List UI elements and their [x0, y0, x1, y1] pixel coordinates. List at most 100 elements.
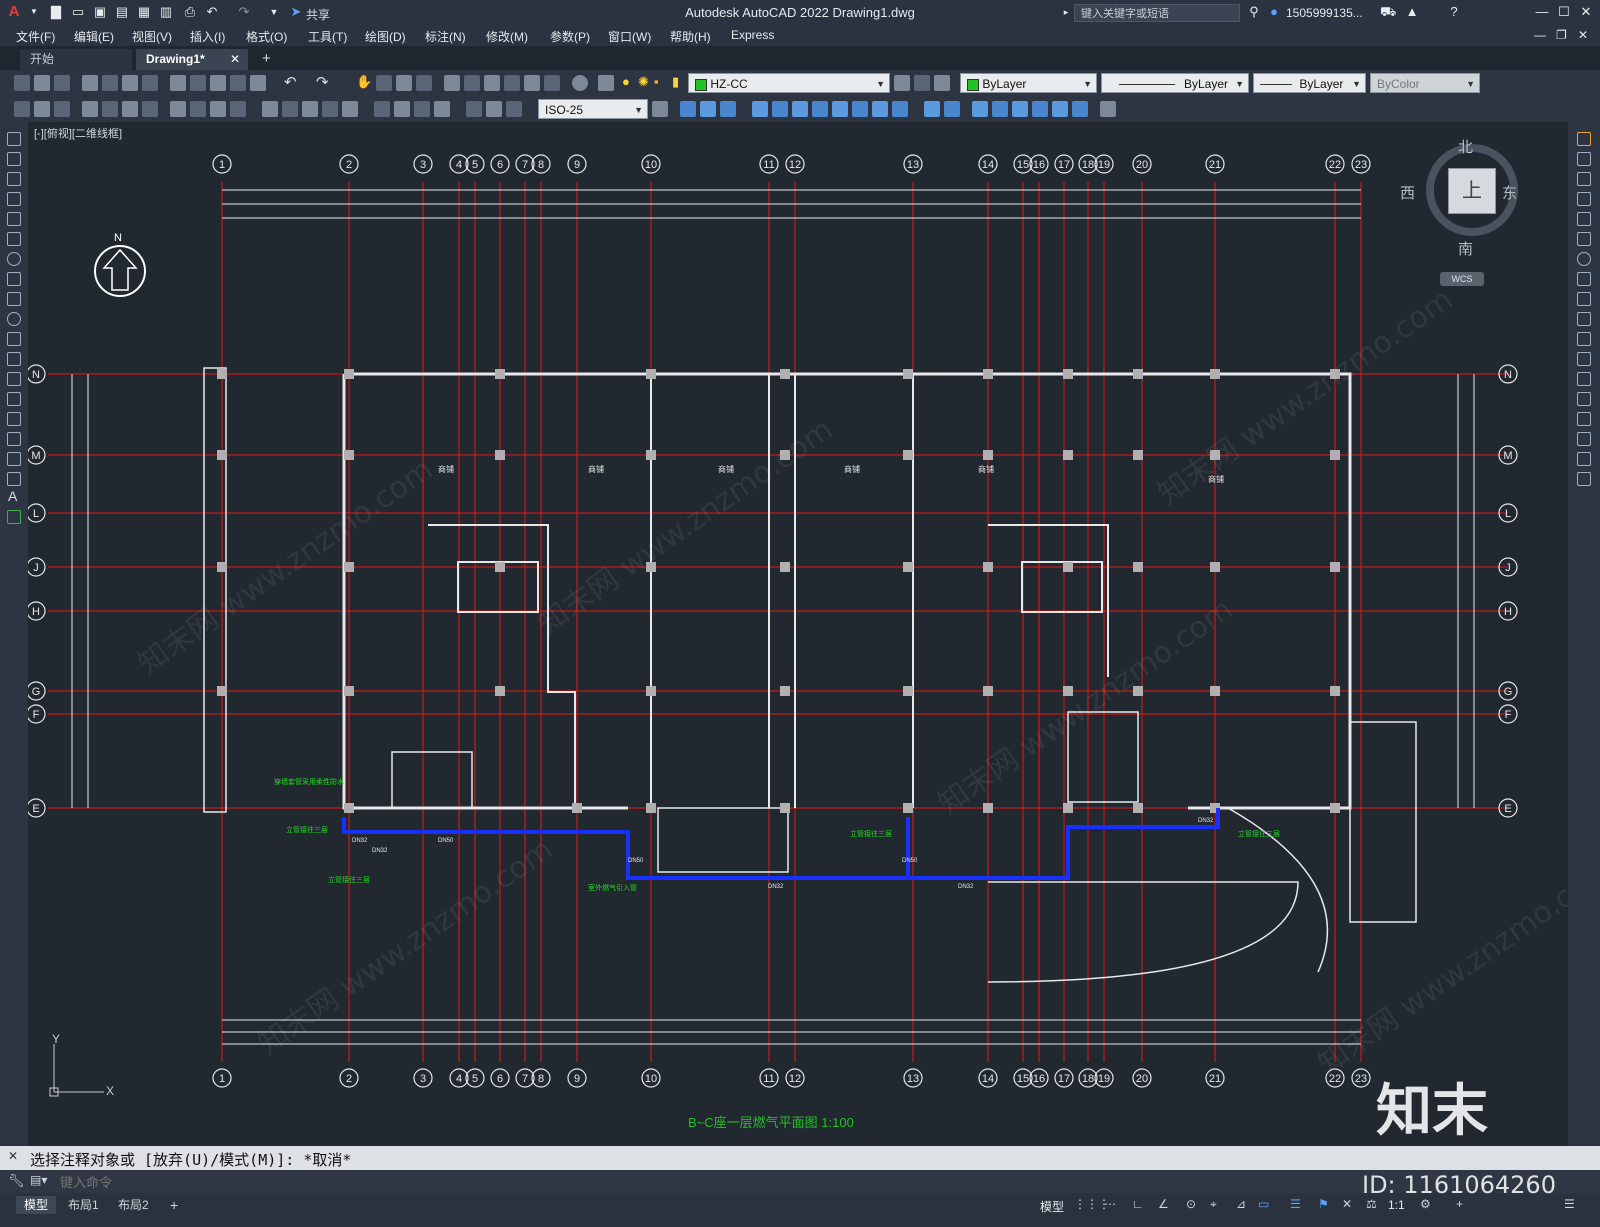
- maximize-icon[interactable]: ☐: [1556, 4, 1572, 20]
- modify-icon[interactable]: [1100, 101, 1116, 117]
- modify-icon[interactable]: [924, 101, 940, 117]
- zoom-realtime-icon[interactable]: [376, 75, 392, 91]
- save-icon[interactable]: ▣: [92, 4, 108, 20]
- customize-menu-icon[interactable]: ☰: [1564, 1197, 1575, 1211]
- tab-layout2[interactable]: 布局2: [110, 1196, 157, 1214]
- linetype-dropdown[interactable]: ByLayer ▼: [1101, 73, 1249, 93]
- freeze-icon[interactable]: ▪: [654, 74, 659, 89]
- polygon-icon[interactable]: [7, 192, 21, 206]
- menu-parametric[interactable]: 参数(P): [550, 28, 590, 45]
- diameter-dim-icon[interactable]: [210, 101, 226, 117]
- gradient-icon[interactable]: [7, 432, 21, 446]
- wcs-menu[interactable]: WCS: [1440, 272, 1484, 286]
- app-menu-arrow-icon[interactable]: ▼: [26, 4, 42, 20]
- menu-view[interactable]: 视图(V): [132, 28, 172, 45]
- snap-icon[interactable]: ⋯: [1104, 1197, 1116, 1211]
- menu-window[interactable]: 窗口(W): [608, 28, 651, 45]
- jogged-linear-icon[interactable]: [434, 101, 450, 117]
- workspace-gear-icon[interactable]: ⚙: [1420, 1197, 1431, 1211]
- osnap-icon[interactable]: ⊿: [1236, 1197, 1246, 1211]
- erase-icon[interactable]: [1577, 132, 1591, 146]
- paste-icon[interactable]: [210, 75, 226, 91]
- add-tab-button[interactable]: +: [262, 50, 271, 67]
- close-icon[interactable]: ✕: [1578, 4, 1594, 20]
- user-name[interactable]: 1505999135...: [1286, 6, 1363, 20]
- sun-icon[interactable]: ✺: [638, 74, 649, 90]
- recent-commands-icon[interactable]: ▤▾: [30, 1173, 47, 1187]
- zoom-previous-icon[interactable]: [416, 75, 432, 91]
- insert-block-icon[interactable]: [7, 352, 21, 366]
- break-point-icon[interactable]: [1577, 352, 1591, 366]
- redo-icon[interactable]: ↷: [236, 4, 252, 20]
- modify-icon[interactable]: [700, 101, 716, 117]
- rectangle-icon[interactable]: [7, 212, 21, 226]
- mirror-icon[interactable]: [1577, 172, 1591, 186]
- explode-icon[interactable]: [1577, 472, 1591, 486]
- dimstyle-dropdown[interactable]: ISO-25 ▼: [538, 99, 648, 119]
- annotation-scale-value[interactable]: 1:1: [1388, 1198, 1405, 1212]
- modify-icon[interactable]: [772, 101, 788, 117]
- viewcube-east[interactable]: 东: [1502, 182, 1517, 203]
- modify-icon[interactable]: [872, 101, 888, 117]
- make-block-icon[interactable]: [7, 372, 21, 386]
- modify-icon[interactable]: [972, 101, 988, 117]
- inspection-icon[interactable]: [414, 101, 430, 117]
- menu-file[interactable]: 文件(F): [16, 28, 55, 45]
- table-icon[interactable]: [7, 472, 21, 486]
- tab-close-icon[interactable]: ✕: [230, 49, 240, 70]
- new-icon[interactable]: [14, 75, 30, 91]
- isodraft-icon[interactable]: ⊙: [1186, 1197, 1196, 1211]
- jogged-dim-icon[interactable]: [190, 101, 206, 117]
- dim-update-icon[interactable]: [506, 101, 522, 117]
- modify-icon[interactable]: [1072, 101, 1088, 117]
- share-icon[interactable]: ➤: [288, 4, 304, 20]
- markup-icon[interactable]: [524, 75, 540, 91]
- osnap-tracking-icon[interactable]: ⌖: [1210, 1197, 1217, 1212]
- chamfer-icon[interactable]: [1577, 412, 1591, 426]
- menu-express[interactable]: Express: [731, 28, 774, 42]
- color-dropdown[interactable]: ByLayer ▼: [960, 73, 1097, 93]
- modify-icon[interactable]: [892, 101, 908, 117]
- modify-icon[interactable]: [1012, 101, 1028, 117]
- model-space-toggle[interactable]: 模型: [1040, 1198, 1064, 1215]
- lightbulb-icon[interactable]: ●: [622, 74, 630, 89]
- stretch-icon[interactable]: [1577, 292, 1591, 306]
- polar-icon[interactable]: ∠: [1158, 1197, 1169, 1211]
- 3d-print-icon[interactable]: [142, 75, 158, 91]
- user-icon[interactable]: ●: [1266, 4, 1282, 20]
- block-editor-icon[interactable]: [250, 75, 266, 91]
- plot-icon[interactable]: [82, 75, 98, 91]
- lineweight-dropdown[interactable]: ByLayer ▼: [1253, 73, 1366, 93]
- make-current-icon[interactable]: [894, 75, 910, 91]
- add-layout-button[interactable]: +: [162, 1196, 186, 1214]
- revcloud-icon[interactable]: [7, 272, 21, 286]
- copy-icon[interactable]: [190, 75, 206, 91]
- drawing-canvas[interactable]: [-][俯视][二维线框] 1 1 2 2 3 3 4 4 5 5 6 6 7 7 8 8 9 9 10 10 11 11…: [28, 122, 1568, 1146]
- dim-edit-icon[interactable]: [466, 101, 482, 117]
- viewcube-west[interactable]: 西: [1400, 182, 1415, 203]
- modify-icon[interactable]: [1052, 101, 1068, 117]
- baseline-dim-icon[interactable]: [282, 101, 298, 117]
- arc-icon[interactable]: [7, 232, 21, 246]
- dim-text-edit-icon[interactable]: [486, 101, 502, 117]
- menu-modify[interactable]: 修改(M): [486, 28, 528, 45]
- menu-tools[interactable]: 工具(T): [308, 28, 347, 45]
- ellipse-arc-icon[interactable]: [7, 332, 21, 346]
- customize-arrow-icon[interactable]: ▼: [266, 4, 282, 20]
- point-icon[interactable]: [7, 392, 21, 406]
- copy-icon[interactable]: [1577, 152, 1591, 166]
- plot-printer-icon[interactable]: ⎙: [182, 4, 198, 20]
- hatch-icon[interactable]: [7, 412, 21, 426]
- arc-length-icon[interactable]: [122, 101, 138, 117]
- lineweight-icon[interactable]: ▭: [1258, 1197, 1269, 1211]
- search-input[interactable]: 键入关键字或短语: [1074, 4, 1240, 22]
- annotation-visibility-icon[interactable]: ⚑: [1318, 1197, 1329, 1211]
- menu-close-icon[interactable]: ✕: [1578, 28, 1588, 42]
- auto-scale-icon[interactable]: ✕: [1342, 1197, 1352, 1211]
- share-label[interactable]: 共享: [306, 6, 330, 23]
- help-icon[interactable]: ?: [1446, 4, 1462, 20]
- modify-icon[interactable]: [992, 101, 1008, 117]
- fillet-icon[interactable]: [1577, 432, 1591, 446]
- tolerance-icon[interactable]: [374, 101, 390, 117]
- menu-help[interactable]: 帮助(H): [670, 28, 711, 45]
